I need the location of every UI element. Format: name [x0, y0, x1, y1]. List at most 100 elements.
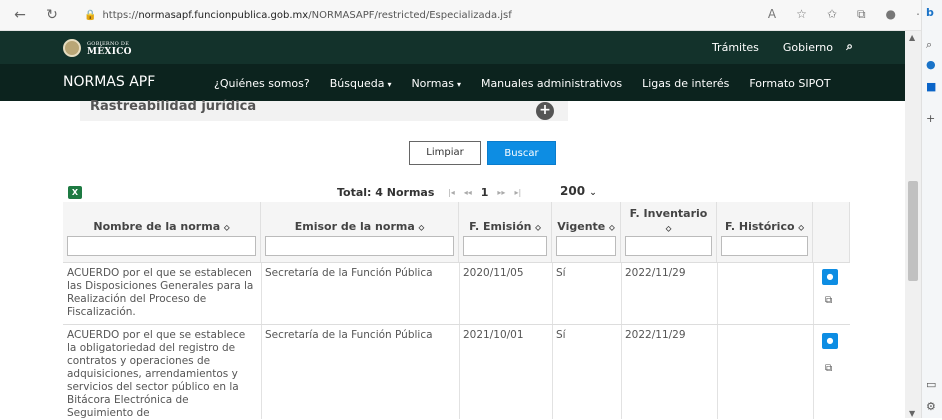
page-scrollbar[interactable]: ▲ ▼: [905, 31, 921, 418]
col-header-emision[interactable]: F. Emisión ⬦: [459, 202, 552, 262]
lock-icon: 🔒: [84, 9, 97, 21]
nav-manuales[interactable]: Manuales administrativos: [481, 77, 622, 90]
chevron-down-icon: ▾: [387, 80, 392, 89]
total-count: Total: 4 Normas: [337, 186, 435, 199]
next-page-icon[interactable]: ▸▸: [497, 188, 505, 197]
col-header-vigente[interactable]: Vigente ⬦: [552, 202, 621, 262]
edge-sidebar: b ⌕ ● ■ + ▭ ⚙: [921, 0, 942, 418]
cell-emisor: Secretaría de la Función Pública: [265, 267, 433, 279]
main-nav: NORMAS APF ¿Quiénes somos? Búsqueda ▾ Nor…: [0, 64, 905, 101]
paginator: |◂ ◂◂ 1 ▸▸ ▸|: [448, 186, 521, 199]
cell-vigente: Sí: [556, 329, 566, 341]
cell-nombre: ACUERDO por el que se establecen las Dis…: [67, 267, 254, 318]
header-label: Vigente: [557, 220, 606, 233]
sort-icon: ⬦: [665, 224, 672, 233]
cell-emision: 2020/11/05: [463, 267, 524, 279]
search-button[interactable]: Buscar: [487, 141, 556, 165]
seal-icon: [63, 39, 81, 57]
nav-busqueda-label: Búsqueda: [329, 77, 385, 90]
add-icon[interactable]: +: [926, 112, 935, 125]
reload-icon[interactable]: ↻: [42, 7, 62, 23]
nav-quienes-somos[interactable]: ¿Quiénes somos?: [214, 77, 310, 90]
gobierno-link[interactable]: Gobierno: [783, 41, 833, 54]
profile-icon[interactable]: ●: [886, 7, 896, 22]
nav-sipot[interactable]: Formato SIPOT: [749, 77, 830, 90]
search-icon[interactable]: ⌕: [926, 38, 932, 52]
favorite-icon[interactable]: ☆: [796, 7, 807, 22]
chevron-down-icon: ⌄: [589, 188, 597, 198]
back-icon[interactable]: ←: [10, 7, 30, 23]
current-page[interactable]: 1: [481, 186, 489, 199]
header-label: F. Histórico: [725, 220, 795, 233]
tramites-link[interactable]: Trámites: [712, 41, 759, 54]
bing-icon[interactable]: b: [926, 6, 934, 19]
col-header-historico[interactable]: F. Histórico ⬦: [717, 202, 813, 262]
page-size-select[interactable]: 200 ⌄: [560, 184, 597, 198]
col-header-inventario[interactable]: F. Inventario ⬦: [621, 202, 717, 262]
nav-busqueda[interactable]: Búsqueda ▾: [330, 77, 392, 90]
browser-toolbar: ← ↻ 🔒 https://normasapf.funcionpublica.g…: [0, 0, 942, 31]
search-icon[interactable]: ⌕: [846, 39, 853, 54]
rastreabilidad-panel[interactable]: Rastreabilidad jurídica +: [80, 99, 568, 121]
gov-header: GOBIERNO DE MÉXICO Trámites Gobierno ⌕: [0, 31, 905, 64]
cell-vigente: Sí: [556, 267, 566, 279]
settings-icon[interactable]: ⚙: [926, 400, 936, 413]
nav-ligas[interactable]: Ligas de interés: [642, 77, 729, 90]
url-prefix: https://: [102, 9, 139, 21]
filter-emision-input[interactable]: [463, 236, 547, 256]
sort-icon: ⬦: [609, 223, 615, 232]
site-brand[interactable]: NORMAS APF: [63, 74, 155, 90]
last-page-icon[interactable]: ▸|: [514, 188, 521, 197]
url-path: /NORMASAPF/restricted/Especializada.jsf: [308, 9, 512, 21]
read-aloud-icon[interactable]: A: [768, 7, 776, 22]
header-label: F. Emisión: [469, 220, 532, 233]
scroll-up-icon[interactable]: ▲: [909, 33, 915, 42]
cell-emisor: Secretaría de la Función Pública: [265, 329, 433, 341]
cell-inventario: 2022/11/29: [625, 329, 686, 341]
filter-inventario-input[interactable]: [625, 236, 712, 256]
filter-emisor-input[interactable]: [265, 236, 454, 256]
cell-nombre: ACUERDO por el que se establece la oblig…: [67, 329, 246, 419]
logo-big-text: MÉXICO: [87, 47, 132, 57]
detail-button[interactable]: ●: [822, 333, 838, 349]
nav-normas-label: Normas: [411, 77, 454, 90]
favorites-icon[interactable]: ✩: [827, 7, 837, 22]
gobierno-logo[interactable]: GOBIERNO DE MÉXICO: [63, 39, 132, 57]
col-header-emisor[interactable]: Emisor de la norma ⬦: [261, 202, 459, 262]
table-row: ACUERDO por el que se establecen las Dis…: [63, 262, 850, 325]
copy-icon[interactable]: ⧉: [825, 363, 832, 374]
collections-icon[interactable]: ⧉: [857, 7, 866, 22]
filter-vigente-input[interactable]: [556, 236, 616, 256]
col-header-actions: [813, 202, 850, 262]
filter-nombre-input[interactable]: [67, 236, 256, 256]
clear-button[interactable]: Limpiar: [409, 141, 481, 165]
cell-inventario: 2022/11/29: [625, 267, 686, 279]
first-page-icon[interactable]: |◂: [448, 188, 455, 197]
expand-plus-icon[interactable]: +: [536, 102, 554, 120]
filter-historico-input[interactable]: [721, 236, 808, 256]
header-label: Nombre de la norma: [93, 220, 221, 233]
page-size-value: 200: [560, 184, 586, 198]
scroll-thumb[interactable]: [908, 181, 918, 281]
outlook-icon[interactable]: ■: [926, 80, 936, 93]
cell-emision: 2021/10/01: [463, 329, 524, 341]
sidebar-app-icon[interactable]: ●: [926, 58, 936, 71]
nav-normas[interactable]: Normas ▾: [411, 77, 461, 90]
copy-icon[interactable]: ⧉: [825, 295, 832, 306]
excel-export-icon[interactable]: X: [68, 186, 82, 199]
sort-icon: ⬦: [798, 223, 804, 232]
address-bar[interactable]: 🔒 https://normasapf.funcionpublica.gob.m…: [84, 10, 512, 21]
header-label: F. Inventario: [629, 207, 708, 220]
sort-icon: ⬦: [223, 223, 230, 232]
browser-actions: A ☆ ✩ ⧉ ● ⋯: [768, 7, 928, 22]
table-row: ACUERDO por el que se establece la oblig…: [63, 324, 850, 419]
split-icon[interactable]: ▭: [926, 378, 936, 391]
header-label: Emisor de la norma: [294, 220, 415, 233]
chevron-down-icon: ▾: [456, 80, 461, 89]
scroll-down-icon[interactable]: ▼: [909, 409, 915, 418]
sort-icon: ⬦: [418, 223, 425, 232]
col-header-nombre[interactable]: Nombre de la norma ⬦: [63, 202, 261, 262]
prev-page-icon[interactable]: ◂◂: [464, 188, 472, 197]
url-host: normasapf.funcionpublica.gob.mx: [138, 9, 309, 21]
detail-button[interactable]: ●: [822, 269, 838, 285]
